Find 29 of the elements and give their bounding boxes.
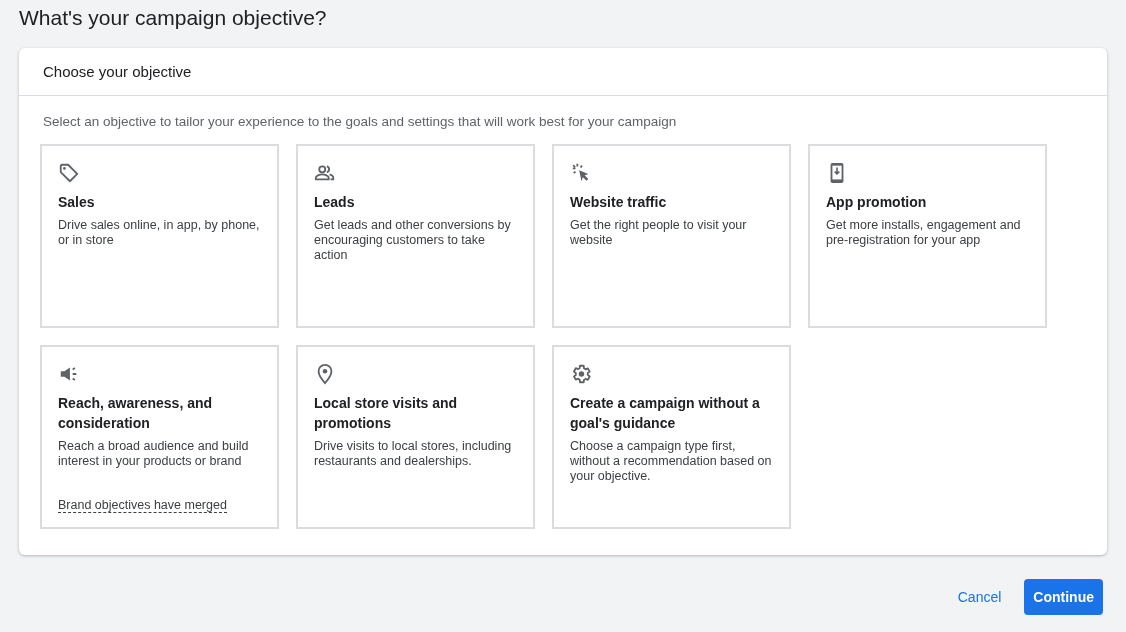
cancel-button[interactable]: Cancel (948, 579, 1011, 615)
objective-card[interactable]: Leads Get leads and other conversions by encouraging customers to take action (296, 144, 535, 328)
objective-title: Website traffic (570, 193, 668, 212)
objective-description: Get more installs, engagement and pre-registration for your app (826, 218, 1022, 248)
merged-objectives-link[interactable]: Brand objectives have merged (58, 498, 227, 513)
objective-description: Get the right people to visit your website (570, 218, 748, 248)
objective-card[interactable]: Reach, awareness, and consideration Reach a broad audience and build interest in your products or brand Brand objectives have merged (40, 345, 279, 529)
objective-description: Reach a broad audience and build interest in your products or brand (58, 439, 250, 469)
objective-card[interactable]: Sales Drive sales online, in app, by phone, or in store (40, 144, 279, 328)
objective-title: Sales (58, 193, 96, 212)
objective-title: Reach, awareness, and consideration (58, 394, 214, 433)
page-title: What's your campaign objective? (18, 5, 328, 31)
objective-description: Drive visits to local stores, including restaurants and dealerships. (314, 439, 513, 469)
objective-card[interactable]: Local store visits and promotions Drive visits to local stores, including restaurants and dealerships. (296, 345, 535, 529)
objective-title: Create a campaign without a goal's guidance (570, 394, 761, 433)
objective-title: Local store visits and promotions (314, 394, 459, 433)
panel-heading: Choose your objective (43, 63, 192, 80)
objective-title: Leads (314, 193, 356, 212)
objective-description: Get leads and other conversions by encouraging customers to take action (314, 218, 512, 263)
objective-card[interactable]: Create a campaign without a goal's guidance Choose a campaign type first, without a recommendation based on your objective. (552, 345, 791, 529)
tag-icon (58, 162, 80, 184)
objective-card[interactable]: App promotion Get more installs, engagement and pre-registration for your app (808, 144, 1047, 328)
objective-description: Drive sales online, in app, by phone, or in store (58, 218, 261, 248)
objective-card[interactable]: Website traffic Get the right people to visit your website (552, 144, 791, 328)
panel-description: Select an objective to tailor your experience to the goals and settings that will work best for your campaign (43, 114, 677, 129)
objective-title: App promotion (826, 193, 928, 212)
settings-icon (570, 363, 592, 385)
objective-description: Choose a campaign type first, without a recommendation based on your objective. (570, 439, 773, 484)
continue-button[interactable]: Continue (1024, 579, 1103, 615)
